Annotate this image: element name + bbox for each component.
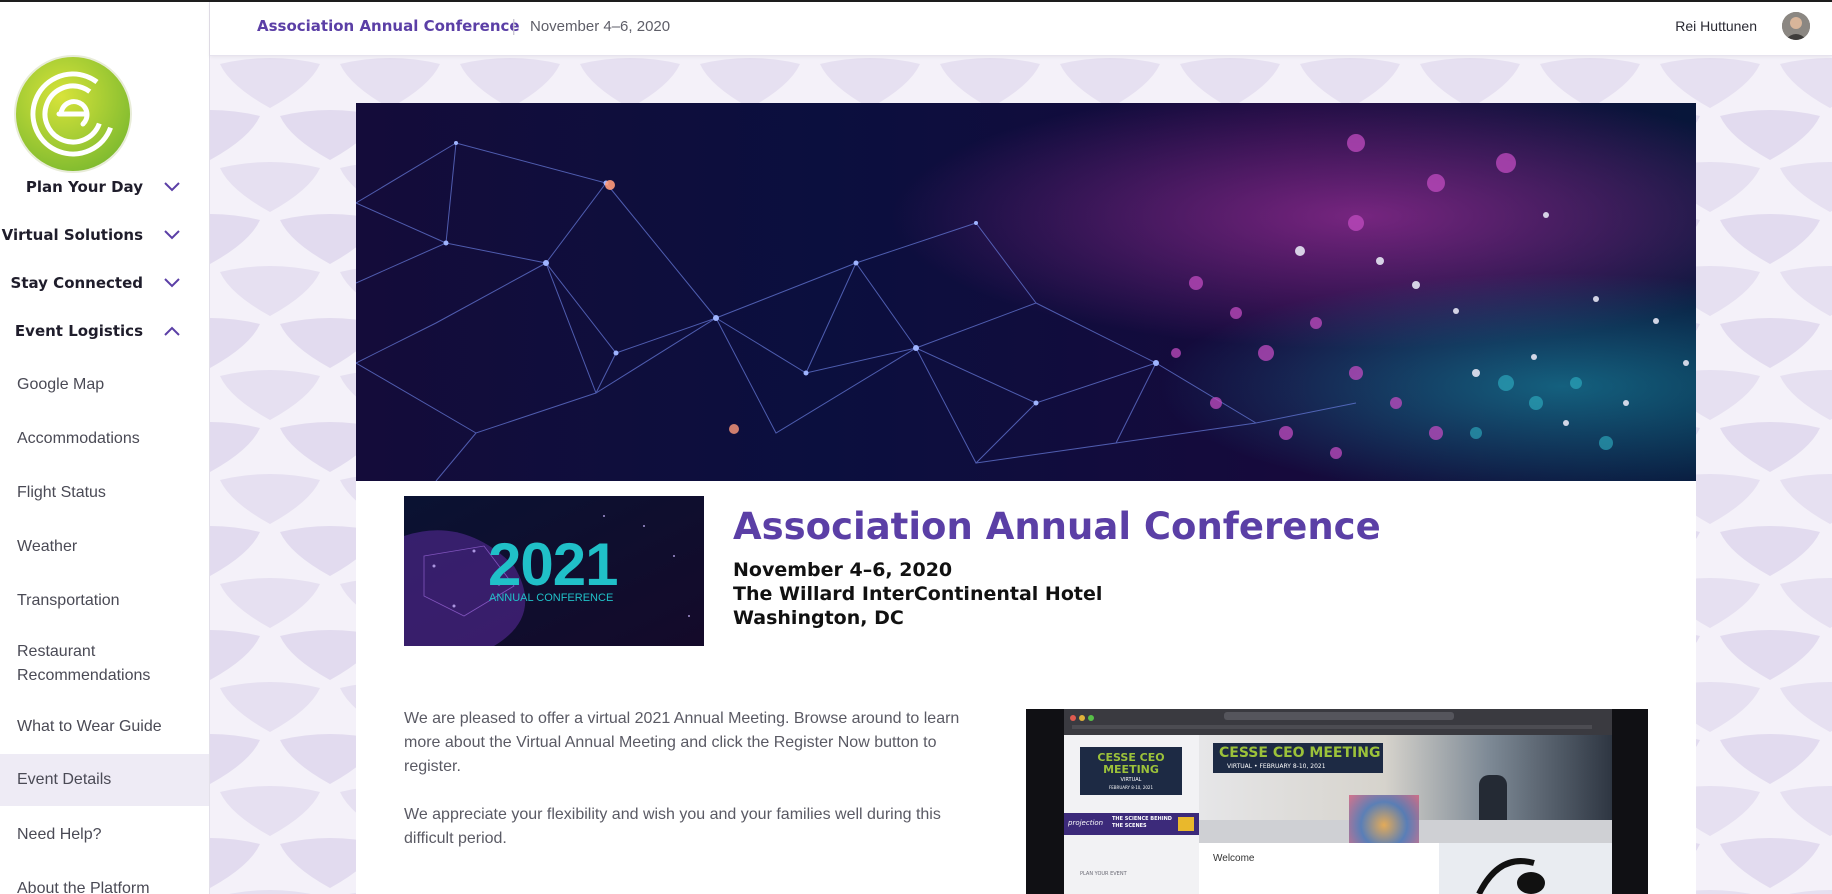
sidebar-item-need-help[interactable]: Need Help? [0, 810, 209, 860]
chevron-down-icon[interactable] [163, 180, 181, 194]
thumbnail-year: 2021 [488, 531, 618, 598]
plan-your-event-label: PLAN YOUR EVENT [1080, 871, 1127, 877]
sidebar-item-about-the-platform[interactable]: About the Platform [0, 864, 209, 894]
sidebar: Plan Your Day Virtual Solutions Stay Con… [0, 2, 210, 894]
sidebar-section-event-logistics[interactable]: Event Logistics [0, 311, 209, 351]
promo-strip: projection THE SCIENCE BEHIND THE SCENES [1064, 813, 1199, 835]
video-left-panel: CESSE CEO MEETING VIRTUAL FEBRUARY 8-10,… [1064, 735, 1199, 894]
minimize-dot-icon [1079, 715, 1085, 721]
welcome-panel: Welcome [1199, 843, 1439, 894]
page-title: Association Annual Conference [733, 505, 1381, 548]
event-dates: November 4–6, 2020 [733, 559, 953, 581]
browser-toolbar [1064, 709, 1612, 735]
sidebar-section-plan-your-day[interactable]: Plan Your Day [0, 167, 209, 207]
sidebar-item-label: About the Platform [17, 880, 150, 894]
sidebar-item-accommodations[interactable]: Accommodations [0, 414, 209, 464]
sidebar-item-what-to-wear-guide[interactable]: What to Wear Guide [0, 702, 209, 752]
sidebar-section-label: Plan Your Day [25, 178, 143, 196]
video-welcome-text: Welcome [1213, 853, 1255, 864]
thumbnail-subtitle: ANNUAL CONFERENCE [489, 592, 614, 604]
event-thumbnail: 2021 ANNUAL CONFERENCE [404, 496, 704, 646]
video-headline: CESSE CEO MEETING [1219, 745, 1381, 761]
chevron-down-icon[interactable] [163, 276, 181, 290]
promo-mid-text: THE SCIENCE BEHIND THE SCENES [1112, 816, 1172, 829]
sidebar-section-stay-connected[interactable]: Stay Connected [0, 263, 209, 303]
event-card: 2021 ANNUAL CONFERENCE Association Annua… [356, 103, 1696, 894]
headphones-icon [1476, 858, 1545, 894]
sidebar-item-label: Transportation [17, 592, 120, 609]
promo-badge [1178, 817, 1194, 831]
sidebar-item-label: Weather [17, 538, 78, 555]
bookmarks-bar [1072, 725, 1592, 729]
sidebar-item-label: Accommodations [17, 430, 140, 447]
chevron-down-icon[interactable] [163, 228, 181, 242]
video-main-panel: CESSE CEO MEETING VIRTUAL • FEBRUARY 8-1… [1199, 735, 1612, 894]
left-logo-sub: VIRTUAL [1120, 777, 1142, 783]
video-person-silhouette [1479, 775, 1507, 820]
sidebar-item-label: What to Wear Guide [17, 718, 162, 735]
chevron-up-icon[interactable] [163, 324, 181, 338]
avatar[interactable] [1782, 12, 1810, 40]
event-venue: The Willard InterContinental Hotel [733, 583, 1103, 605]
promo-left-text: projection [1068, 819, 1104, 827]
sidebar-item-weather[interactable]: Weather [0, 522, 209, 572]
cesse-logo-tile: CESSE CEO MEETING VIRTUAL FEBRUARY 8-10,… [1080, 747, 1182, 795]
event-location: Washington, DC [733, 607, 904, 629]
topbar-event-dates: November 4–6, 2020 [530, 18, 671, 35]
address-bar [1224, 712, 1454, 720]
sidebar-item-label: Event Details [17, 771, 112, 788]
topbar-event-title[interactable]: Association Annual Conference [257, 17, 520, 35]
top-bar: Association Annual Conference | November… [210, 2, 1832, 56]
sidebar-item-label: Flight Status [17, 484, 106, 501]
sidebar-section-virtual-solutions[interactable]: Virtual Solutions [0, 215, 209, 255]
left-logo-title: CESSE CEO MEETING [1097, 751, 1165, 776]
closing-paragraph: We appreciate your flexibility and wish … [404, 806, 941, 847]
close-dot-icon [1070, 715, 1076, 721]
event-banner-image [356, 103, 1696, 481]
left-logo-date: FEBRUARY 8-10, 2021 [1108, 785, 1154, 790]
user-photo-icon [1782, 12, 1810, 40]
sidebar-section-label: Virtual Solutions [1, 226, 143, 244]
sidebar-item-event-details[interactable]: Event Details [0, 754, 209, 806]
sidebar-item-flight-status[interactable]: Flight Status [0, 468, 209, 518]
topbar-separator: | [511, 16, 517, 35]
sidebar-item-label: Google Map [17, 376, 105, 393]
sidebar-section-label: Event Logistics [14, 322, 143, 340]
sidebar-item-transportation[interactable]: Transportation [0, 576, 209, 626]
video-headline-sub: VIRTUAL • FEBRUARY 8-10, 2021 [1227, 763, 1326, 770]
sidebar-item-restaurant-recommendations[interactable]: Restaurant Recommendations [0, 638, 175, 690]
app-logo[interactable] [13, 54, 133, 174]
maximize-dot-icon [1088, 715, 1094, 721]
cesse-headline-box: CESSE CEO MEETING VIRTUAL • FEBRUARY 8-1… [1213, 743, 1383, 773]
video-player[interactable]: CESSE CEO MEETING VIRTUAL FEBRUARY 8-10,… [1026, 709, 1648, 894]
user-name[interactable]: Rei Huttunen [1675, 18, 1757, 34]
sidebar-item-google-map[interactable]: Google Map [0, 360, 209, 410]
sidebar-section-label: Stay Connected [10, 274, 143, 292]
sidebar-item-label: Need Help? [17, 826, 102, 843]
intro-paragraph: We are pleased to offer a virtual 2021 A… [404, 710, 960, 775]
sidebar-item-label: Restaurant Recommendations [17, 643, 151, 684]
video-webcam-area [1439, 843, 1612, 894]
